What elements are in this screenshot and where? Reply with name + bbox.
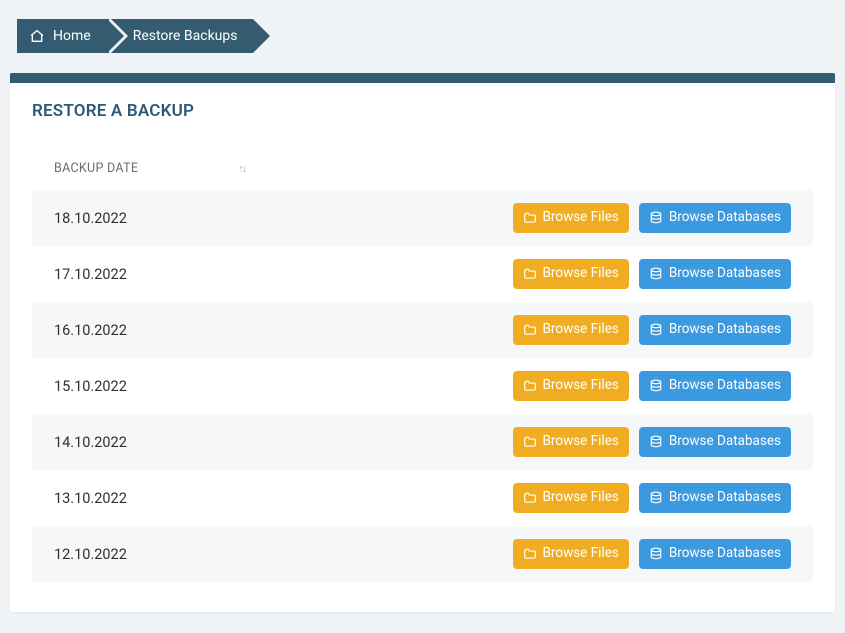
table-row: 17.10.2022 Browse Files Browse Databases [32, 246, 813, 302]
database-icon [649, 491, 663, 505]
table-body: 18.10.2022 Browse Files Browse Databases… [32, 190, 813, 582]
breadcrumb-item-home[interactable]: Home [17, 19, 107, 53]
table-row: 13.10.2022 Browse Files Browse Databases [32, 470, 813, 526]
breadcrumb-label: Home [53, 28, 91, 44]
backup-date-cell: 18.10.2022 [54, 210, 127, 227]
button-label: Browse Databases [669, 547, 781, 561]
browse-databases-button[interactable]: Browse Databases [639, 203, 791, 233]
card-title: RESTORE A BACKUP [32, 101, 813, 121]
breadcrumb-label: Restore Backups [133, 28, 238, 44]
browse-databases-button[interactable]: Browse Databases [639, 315, 791, 345]
button-label: Browse Files [543, 547, 619, 561]
database-icon [649, 211, 663, 225]
button-label: Browse Databases [669, 267, 781, 281]
row-actions: Browse Files Browse Databases [513, 539, 791, 569]
button-label: Browse Files [543, 435, 619, 449]
table-row: 12.10.2022 Browse Files Browse Databases [32, 526, 813, 582]
backup-date-cell: 15.10.2022 [54, 378, 127, 395]
browse-files-button[interactable]: Browse Files [513, 427, 629, 457]
restore-card: RESTORE A BACKUP BACKUP DATE ↑↓ 18.10.20… [10, 73, 835, 612]
folder-icon [523, 435, 537, 449]
table-row: 14.10.2022 Browse Files Browse Databases [32, 414, 813, 470]
button-label: Browse Databases [669, 379, 781, 393]
backup-date-cell: 13.10.2022 [54, 490, 127, 507]
row-actions: Browse Files Browse Databases [513, 483, 791, 513]
browse-databases-button[interactable]: Browse Databases [639, 483, 791, 513]
folder-icon [523, 323, 537, 337]
button-label: Browse Files [543, 267, 619, 281]
table-header-row: BACKUP DATE ↑↓ [32, 161, 813, 190]
browse-files-button[interactable]: Browse Files [513, 203, 629, 233]
breadcrumb: Home Restore Backups [17, 19, 845, 53]
backup-date-cell: 14.10.2022 [54, 434, 127, 451]
sort-icon: ↑↓ [238, 162, 245, 175]
row-actions: Browse Files Browse Databases [513, 427, 791, 457]
button-label: Browse Databases [669, 491, 781, 505]
database-icon [649, 323, 663, 337]
backup-date-cell: 12.10.2022 [54, 546, 127, 563]
home-icon [29, 28, 45, 44]
backup-date-cell: 17.10.2022 [54, 266, 127, 283]
browse-databases-button[interactable]: Browse Databases [639, 539, 791, 569]
browse-files-button[interactable]: Browse Files [513, 539, 629, 569]
table-row: 15.10.2022 Browse Files Browse Databases [32, 358, 813, 414]
database-icon [649, 435, 663, 449]
database-icon [649, 267, 663, 281]
table-row: 18.10.2022 Browse Files Browse Databases [32, 190, 813, 246]
folder-icon [523, 379, 537, 393]
browse-databases-button[interactable]: Browse Databases [639, 371, 791, 401]
row-actions: Browse Files Browse Databases [513, 315, 791, 345]
column-header-backup-date[interactable]: BACKUP DATE ↑↓ [54, 161, 245, 176]
backup-date-cell: 16.10.2022 [54, 322, 127, 339]
folder-icon [523, 267, 537, 281]
row-actions: Browse Files Browse Databases [513, 259, 791, 289]
button-label: Browse Files [543, 379, 619, 393]
row-actions: Browse Files Browse Databases [513, 371, 791, 401]
card-body: RESTORE A BACKUP BACKUP DATE ↑↓ 18.10.20… [10, 83, 835, 612]
browse-databases-button[interactable]: Browse Databases [639, 427, 791, 457]
row-actions: Browse Files Browse Databases [513, 203, 791, 233]
button-label: Browse Files [543, 211, 619, 225]
button-label: Browse Files [543, 323, 619, 337]
card-accent-bar [10, 73, 835, 83]
database-icon [649, 547, 663, 561]
browse-files-button[interactable]: Browse Files [513, 315, 629, 345]
button-label: Browse Databases [669, 211, 781, 225]
browse-files-button[interactable]: Browse Files [513, 259, 629, 289]
browse-files-button[interactable]: Browse Files [513, 483, 629, 513]
button-label: Browse Databases [669, 435, 781, 449]
folder-icon [523, 211, 537, 225]
browse-files-button[interactable]: Browse Files [513, 371, 629, 401]
table-row: 16.10.2022 Browse Files Browse Databases [32, 302, 813, 358]
browse-databases-button[interactable]: Browse Databases [639, 259, 791, 289]
database-icon [649, 379, 663, 393]
folder-icon [523, 547, 537, 561]
button-label: Browse Files [543, 491, 619, 505]
folder-icon [523, 491, 537, 505]
column-header-label: BACKUP DATE [54, 161, 138, 176]
button-label: Browse Databases [669, 323, 781, 337]
